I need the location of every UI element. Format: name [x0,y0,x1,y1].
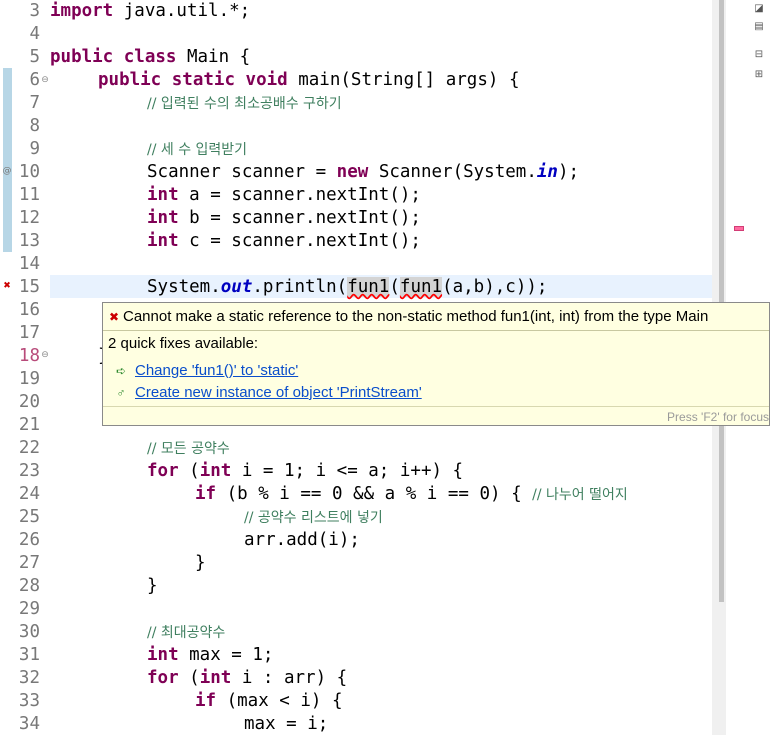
code-line: if (max < i) { [195,691,343,711]
code-comment: // 세 수 입력받기 [147,142,248,158]
overview-error-marker[interactable] [734,226,744,231]
error-token-fun1-inner: fun1 [399,277,443,297]
code-line: int max = 1; [147,645,274,665]
change-modifier-icon: ➪ [115,364,127,378]
quick-fix-link[interactable]: Change 'fun1()' to 'static' [135,362,298,379]
code-line: int c = scanner.nextInt(); [147,231,421,251]
line-number: 31 [18,645,40,665]
fold-collapse-icon[interactable]: ⊖ [40,75,50,85]
line-number: 22 [18,438,40,458]
minimize-view-icon[interactable]: ◪ [752,2,766,16]
problem-message: Cannot make a static reference to the no… [123,308,709,325]
focus-hint: Press 'F2' for focus [667,410,769,424]
code-line: int a = scanner.nextInt(); [147,185,421,205]
line-number: 9 [29,139,40,159]
line-number: 19 [18,369,40,389]
fold-collapse-icon[interactable]: ⊖ [40,350,50,360]
line-number: 4 [29,24,40,44]
popup-divider [103,406,769,407]
quick-fix-hover-popup: ✖ Cannot make a static reference to the … [102,302,770,426]
code-line: max = i; [244,714,329,734]
code-comment: // 공약수 리스트에 넣기 [244,510,383,526]
line-number: 6 [29,70,40,90]
code-line: for (int i = 1; i <= a; i++) { [147,461,464,481]
hierarchy-icon[interactable]: ⊞ [752,68,766,82]
code-line: public static void main(String[] args) { [98,70,520,90]
quick-fix-count: 2 quick fixes available: [108,335,259,352]
task-list-icon[interactable]: ▤ [752,20,766,34]
code-line: Scanner scanner = new Scanner(System.in)… [147,162,580,182]
left-annotation-ruler: @ ✖ [0,0,14,735]
line-number: 16 [18,300,40,320]
code-line: for (int i : arr) { [147,668,348,688]
code-line-error: System.out.println(fun1(fun1(a,b),c)); [147,277,548,297]
quick-diff-change-bar [3,68,12,252]
error-marker-icon[interactable]: ✖ [1,280,13,292]
quick-fix-link[interactable]: Create new instance of object 'PrintStre… [135,384,422,401]
line-number: 10 [18,162,40,182]
line-number: 18 [18,346,40,366]
error-icon: ✖ [108,310,120,324]
line-number: 25 [18,507,40,527]
line-number: 23 [18,461,40,481]
popup-header: ✖ Cannot make a static reference to the … [103,303,769,331]
line-number: 29 [18,599,40,619]
code-line: public class Main { [50,47,251,67]
line-number: 24 [18,484,40,504]
line-number: 14 [18,254,40,274]
line-number: 26 [18,530,40,550]
line-number: 17 [18,323,40,343]
line-number: 20 [18,392,40,412]
code-comment: // 모든 공약수 [147,441,230,457]
scrollbar-thumb[interactable] [719,0,724,602]
line-number: 3 [29,1,40,21]
line-number: 12 [18,208,40,228]
warning-marker-icon[interactable]: @ [1,165,13,177]
line-number: 28 [18,576,40,596]
line-number: 21 [18,415,40,435]
outline-icon[interactable]: ⊟ [752,48,766,62]
code-line: if (b % i == 0 && a % i == 0) { // 나누어 떨… [195,484,628,504]
error-token-fun1: fun1 [347,277,390,297]
line-number: 32 [18,668,40,688]
line-number: 13 [18,231,40,251]
line-number: 7 [29,93,40,113]
code-comment: // 입력된 수의 최소공배수 구하기 [147,96,342,112]
code-line: arr.add(i); [244,530,360,550]
line-number: 15 [18,277,40,297]
line-number: 33 [18,691,40,711]
line-number: 5 [29,47,40,67]
code-line: } [195,553,206,573]
line-number: 34 [18,714,40,734]
line-number-ruler: 3 4 5 6 7 8 9 10 11 12 13 14 15 16 17 18… [14,0,40,735]
create-instance-icon: ♂ [116,386,126,400]
line-number: 8 [29,116,40,136]
code-line: } [147,576,158,596]
line-number: 30 [18,622,40,642]
line-number: 27 [18,553,40,573]
code-line: import java.util.*; [50,1,251,21]
line-number: 11 [18,185,40,205]
code-comment: // 최대공약수 [147,625,226,641]
code-line: int b = scanner.nextInt(); [147,208,421,228]
